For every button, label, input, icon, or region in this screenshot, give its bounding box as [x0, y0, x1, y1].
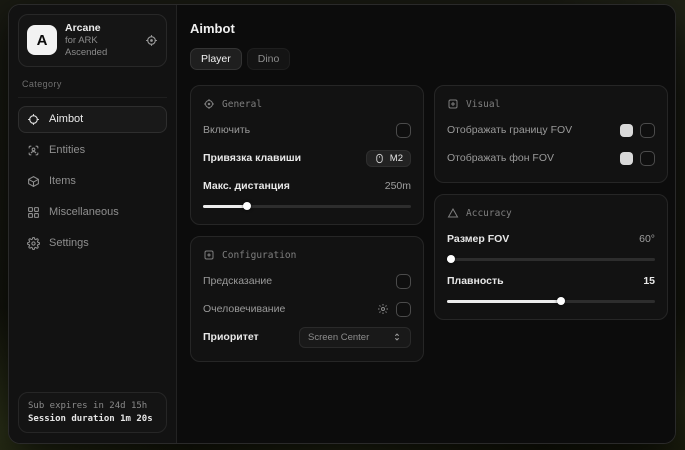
panel-accuracy: Accuracy Размер FOV 60° Плавность 15 — [434, 194, 668, 320]
page-title: Aimbot — [190, 21, 668, 36]
box-icon — [27, 175, 40, 188]
max-distance-row: Макс. дистанция 250m — [203, 174, 411, 198]
panel-title: Accuracy — [466, 208, 512, 219]
slider-fill[interactable] — [203, 205, 247, 208]
sidebar-item-label: Entities — [49, 144, 85, 156]
sidebar-item-miscellaneous[interactable]: Miscellaneous — [18, 199, 167, 226]
fov-bg-row: Отображать фон FOV — [447, 146, 655, 170]
app-header-card: A Arcane for ARK Ascended — [18, 14, 167, 67]
gear-icon — [27, 237, 40, 250]
keybind-label: Привязка клавиши — [203, 152, 301, 164]
tab-dino[interactable]: Dino — [247, 48, 291, 70]
max-distance-value: 250m — [385, 180, 411, 192]
tab-bar: Player Dino — [190, 48, 668, 70]
app-logo: A — [27, 25, 57, 55]
app-window: A Arcane for ARK Ascended Category — [8, 4, 676, 444]
keybind-button[interactable]: M2 — [366, 150, 411, 167]
category-label: Category — [18, 77, 167, 98]
smoothness-label: Плавность — [447, 275, 504, 287]
humanize-settings-gear-icon[interactable] — [377, 303, 389, 315]
main-content: Aimbot Player Dino General — [177, 5, 676, 443]
prediction-label: Предсказание — [203, 275, 272, 287]
max-distance-slider[interactable] — [203, 200, 411, 212]
priority-row: Приоритет Screen Center — [203, 325, 411, 349]
enable-row: Включить — [203, 118, 411, 142]
entities-scan-icon — [27, 144, 40, 157]
scope-icon — [203, 98, 215, 110]
sub-expires-text: Sub expires in 24d 15h — [28, 401, 157, 411]
slider-fill[interactable] — [447, 258, 451, 261]
priority-label: Приоритет — [203, 331, 259, 343]
sidebar-item-items[interactable]: Items — [18, 168, 167, 195]
subscription-info-card: Sub expires in 24d 15h Session duration … — [18, 392, 167, 433]
app-name: Arcane — [65, 22, 137, 35]
fov-border-row: Отображать границу FOV — [447, 118, 655, 142]
triangle-icon — [447, 207, 459, 219]
fov-border-label: Отображать границу FOV — [447, 124, 572, 136]
smoothness-value: 15 — [643, 275, 655, 287]
smoothness-slider[interactable] — [447, 295, 655, 307]
panel-configuration: Configuration Предсказание Очеловечивани… — [190, 236, 424, 362]
panel-title: Configuration — [222, 250, 296, 261]
target-icon[interactable] — [145, 34, 158, 47]
fov-size-row: Размер FOV 60° — [447, 227, 655, 251]
fov-size-value: 60° — [639, 233, 655, 245]
panel-title: General — [222, 99, 262, 110]
sidebar-nav: Aimbot Entities Items — [18, 106, 167, 257]
enable-label: Включить — [203, 124, 250, 136]
config-box-icon — [203, 249, 215, 261]
sidebar-item-aimbot[interactable]: Aimbot — [18, 106, 167, 133]
chevron-up-down-icon — [392, 332, 402, 342]
enable-checkbox[interactable] — [396, 123, 411, 138]
tab-player[interactable]: Player — [190, 48, 242, 70]
prediction-row: Предсказание — [203, 269, 411, 293]
panel-title: Visual — [466, 99, 500, 110]
session-duration-text: Session duration 1m 20s — [28, 414, 157, 424]
fov-bg-color-swatch[interactable] — [620, 152, 633, 165]
fov-border-checkbox[interactable] — [640, 123, 655, 138]
panel-visual: Visual Отображать границу FOV Отображать… — [434, 85, 668, 183]
humanize-checkbox[interactable] — [396, 302, 411, 317]
fov-size-label: Размер FOV — [447, 233, 509, 245]
sidebar-item-label: Aimbot — [49, 113, 83, 125]
visual-frame-icon — [447, 98, 459, 110]
max-distance-label: Макс. дистанция — [203, 180, 290, 192]
fov-border-color-swatch[interactable] — [620, 124, 633, 137]
sidebar-item-settings[interactable]: Settings — [18, 230, 167, 257]
fov-size-slider[interactable] — [447, 253, 655, 265]
prediction-checkbox[interactable] — [396, 274, 411, 289]
sidebar-item-label: Miscellaneous — [49, 206, 119, 218]
priority-select[interactable]: Screen Center — [299, 327, 411, 348]
sidebar-item-label: Items — [49, 175, 76, 187]
sidebar: A Arcane for ARK Ascended Category — [9, 5, 177, 443]
mouse-icon — [374, 153, 385, 164]
humanize-row: Очеловечивание — [203, 297, 411, 321]
sidebar-item-entities[interactable]: Entities — [18, 137, 167, 164]
sidebar-item-label: Settings — [49, 237, 89, 249]
fov-bg-label: Отображать фон FOV — [447, 152, 554, 164]
priority-selected-value: Screen Center — [308, 332, 369, 343]
smoothness-row: Плавность 15 — [447, 269, 655, 293]
slider-fill[interactable] — [447, 300, 561, 303]
keybind-value: M2 — [390, 153, 403, 164]
humanize-label: Очеловечивание — [203, 303, 285, 315]
app-subtitle: for ARK Ascended — [65, 35, 137, 59]
grid-icon — [27, 206, 40, 219]
crosshair-icon — [27, 113, 40, 126]
fov-bg-checkbox[interactable] — [640, 151, 655, 166]
panel-general: General Включить Привязка клавиши — [190, 85, 424, 225]
keybind-row: Привязка клавиши M2 — [203, 146, 411, 170]
